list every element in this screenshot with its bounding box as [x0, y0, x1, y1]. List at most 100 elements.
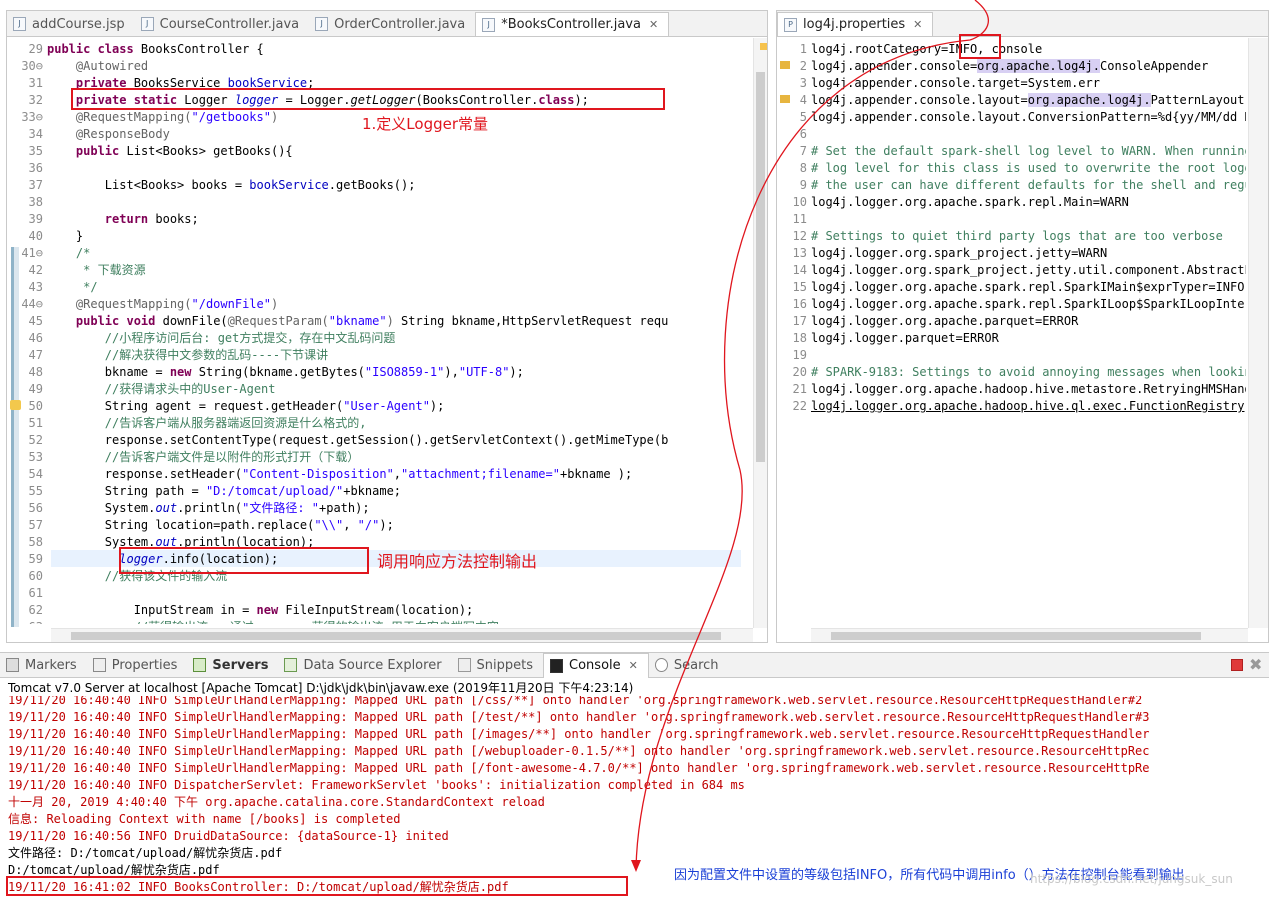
code-text: System.out.println("文件路径: "+path);: [47, 501, 370, 515]
code-line[interactable]: 8 # log level for this class is used to o…: [777, 160, 1246, 177]
tab-console[interactable]: Console ✕: [543, 652, 649, 678]
code-line[interactable]: 22 log4j.logger.org.apache.hadoop.hive.ql…: [777, 398, 1245, 415]
tab-label: Servers: [212, 657, 269, 673]
line-number: 46: [28, 331, 43, 345]
remove-launch-icon[interactable]: ✖: [1249, 656, 1265, 674]
code-line[interactable]: 14 log4j.logger.org.spark_project.jetty.u…: [777, 262, 1246, 279]
code-line[interactable]: 37 List<Books> books = bookService.getBo…: [7, 177, 416, 194]
tab-log4j-properties[interactable]: Plog4j.properties ✕: [777, 12, 934, 36]
code-line[interactable]: 34 @ResponseBody: [7, 126, 170, 143]
horizontal-scrollbar[interactable]: [51, 628, 753, 642]
tab-markers[interactable]: Markers: [0, 653, 87, 677]
code-line[interactable]: 2 log4j.appender.console=org.apache.log4j…: [777, 58, 1208, 75]
code-text: log4j.logger.org.apache.hadoop.hive.ql.e…: [811, 399, 1245, 413]
code-line[interactable]: 29 public class BooksController {: [7, 41, 264, 58]
code-line[interactable]: 43 */: [7, 279, 98, 296]
close-icon[interactable]: ✕: [649, 18, 658, 31]
code-line[interactable]: 3 log4j.appender.console.target=System.er…: [777, 75, 1100, 92]
editor-tab-bar: JaddCourse.jsp J CourseController.java JO…: [7, 11, 767, 37]
tab-label: *BooksController.java: [501, 17, 641, 32]
code-line[interactable]: 63 //获得输出流---通过response获得的输出流 用于向客户端写内容: [7, 619, 499, 624]
line-number: 16: [792, 297, 807, 311]
code-line[interactable]: 17 log4j.logger.org.apache.parquet=ERROR: [777, 313, 1079, 330]
line-number: 13: [792, 246, 807, 260]
code-line[interactable]: 20 # SPARK-9183: Settings to avoid annoyi…: [777, 364, 1246, 381]
tab-ordercontroller-java[interactable]: J OrderController.java: [309, 12, 475, 36]
code-text: log4j.appender.console=org.apache.log4j.…: [811, 59, 1209, 73]
code-line[interactable]: 13 log4j.logger.org.spark_project.jetty=W…: [777, 245, 1108, 262]
jsp-file-icon: J: [13, 17, 26, 31]
code-line[interactable]: 46 //小程序访问后台: get方式提交，存在中文乱码问题: [7, 330, 396, 347]
code-line[interactable]: 10 log4j.logger.org.apache.spark.repl.Mai…: [777, 194, 1129, 211]
console-title: Tomcat v7.0 Server at localhost [Apache …: [8, 681, 634, 695]
close-icon[interactable]: ✕: [629, 659, 638, 672]
code-line[interactable]: 54 response.setHeader("Content-Dispositi…: [7, 466, 633, 483]
code-line[interactable]: 45 public void downFile(@RequestParam("b…: [7, 313, 669, 330]
tab-coursecontroller-java[interactable]: J CourseController.java: [135, 12, 310, 36]
code-line[interactable]: 41⊖ /*: [7, 245, 90, 262]
code-line[interactable]: 16 log4j.logger.org.apache.spark.repl.Spa…: [777, 296, 1246, 313]
code-line[interactable]: 6: [777, 126, 811, 143]
code-line[interactable]: 61: [7, 585, 47, 602]
code-line[interactable]: 62 InputStream in = new FileInputStream(…: [7, 602, 474, 619]
code-line[interactable]: 36: [7, 160, 47, 177]
line-number: 36: [28, 161, 43, 175]
line-number: 18: [792, 331, 807, 345]
code-line[interactable]: 1 log4j.rootCategory=INFO, console: [777, 41, 1042, 58]
tab-data-source-explorer[interactable]: Data Source Explorer: [278, 653, 451, 677]
scroll-thumb[interactable]: [831, 632, 1201, 640]
code-text: log4j.rootCategory=INFO, console: [811, 42, 1043, 56]
code-line[interactable]: 7 # Set the default spark-shell log level…: [777, 143, 1246, 160]
code-line[interactable]: 44⊖ @RequestMapping("/downFile"): [7, 296, 278, 313]
code-text: public List<Books> getBooks(){: [75, 144, 293, 158]
tab-servers[interactable]: Servers: [187, 653, 278, 677]
code-line[interactable]: 42 * 下载资源: [7, 262, 146, 279]
tab-addcourse-jsp[interactable]: JaddCourse.jsp: [7, 12, 135, 36]
code-line[interactable]: 4 log4j.appender.console.layout=org.apach…: [777, 92, 1245, 109]
code-line[interactable]: 51 //告诉客户端从服务器端返回资源是什么格式的,: [7, 415, 367, 432]
tab-properties[interactable]: Properties: [87, 653, 188, 677]
scroll-thumb[interactable]: [71, 632, 721, 640]
code-line[interactable]: 38: [7, 194, 47, 211]
properties-code-area[interactable]: 1 log4j.rootCategory=INFO, console 2 log4j.…: [777, 41, 1246, 624]
code-line[interactable]: 18 log4j.logger.parquet=ERROR: [777, 330, 999, 347]
code-line[interactable]: 50 String agent = request.getHeader("Use…: [7, 398, 445, 415]
code-line[interactable]: 35 public List<Books> getBooks(){: [7, 143, 293, 160]
close-icon[interactable]: ✕: [913, 18, 922, 31]
line-number: 43: [28, 280, 43, 294]
code-line[interactable]: 48 bkname = new String(bkname.getBytes("…: [7, 364, 524, 381]
code-line[interactable]: 33⊖ @RequestMapping("/getbooks"): [7, 109, 278, 126]
code-line[interactable]: 40 }: [7, 228, 84, 245]
code-line[interactable]: 5 log4j.appender.console.layout.Conversio…: [777, 109, 1246, 126]
code-line[interactable]: 49 //获得请求头中的User-Agent: [7, 381, 276, 398]
code-line[interactable]: 30⊖ @Autowired: [7, 58, 148, 75]
horizontal-scrollbar[interactable]: [811, 628, 1248, 642]
tab-search[interactable]: Search: [649, 653, 729, 677]
vertical-scrollbar[interactable]: [753, 38, 767, 628]
tab-label: Properties: [111, 657, 178, 673]
code-line[interactable]: 9 # the user can have different defaults …: [777, 177, 1246, 194]
code-line[interactable]: 52 response.setContentType(request.getSe…: [7, 432, 669, 449]
code-text: log4j.logger.parquet=ERROR: [811, 331, 999, 345]
code-line[interactable]: 19: [777, 347, 811, 364]
code-line[interactable]: 53 //告诉客户端文件是以附件的形式打开（下载）: [7, 449, 360, 466]
code-line[interactable]: 12 # Settings to quiet third party logs t…: [777, 228, 1223, 245]
tab-snippets[interactable]: Snippets: [452, 653, 543, 677]
terminate-icon[interactable]: [1231, 659, 1243, 671]
code-line[interactable]: 55 String path = "D:/tomcat/upload/"+bkn…: [7, 483, 401, 500]
code-line[interactable]: 39 return books;: [7, 211, 199, 228]
tab-label: log4j.properties: [803, 17, 906, 32]
line-number: 34: [28, 127, 43, 141]
code-text: //小程序访问后台: get方式提交，存在中文乱码问题: [104, 331, 396, 345]
scroll-thumb[interactable]: [756, 72, 765, 462]
code-line[interactable]: 15 log4j.logger.org.apache.spark.repl.Spa…: [777, 279, 1245, 296]
line-number: 42: [28, 263, 43, 277]
line-number: 19: [792, 348, 807, 362]
vertical-scrollbar[interactable]: [1248, 38, 1268, 628]
code-line[interactable]: 57 String location=path.replace("\\", "/…: [7, 517, 394, 534]
code-line[interactable]: 56 System.out.println("文件路径: "+path);: [7, 500, 370, 517]
code-line[interactable]: 47 //解决获得中文参数的乱码----下节课讲: [7, 347, 329, 364]
code-line[interactable]: 21 log4j.logger.org.apache.hadoop.hive.me…: [777, 381, 1246, 398]
tab-bookscontroller-java[interactable]: J *BooksController.java ✕: [475, 12, 670, 36]
code-line[interactable]: 11: [777, 211, 811, 228]
